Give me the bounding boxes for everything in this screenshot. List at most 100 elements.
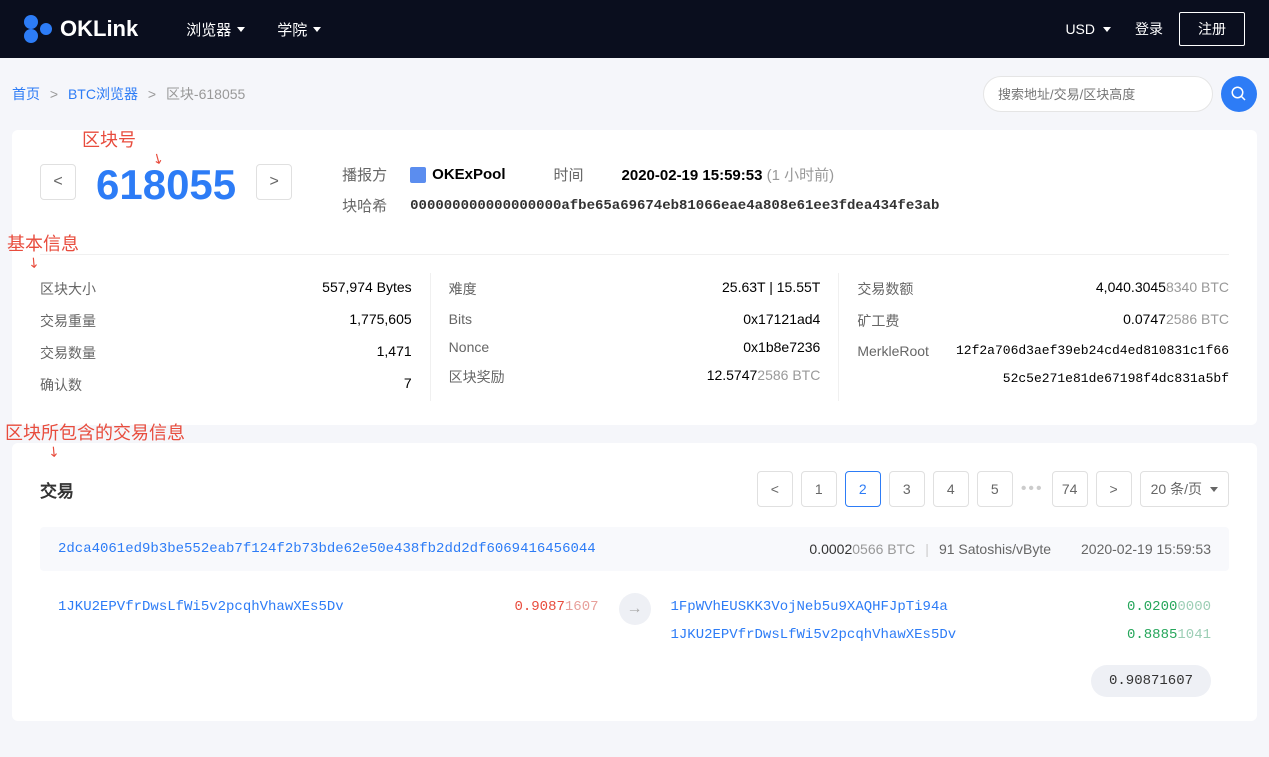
per-page-label: 20 条/页	[1151, 479, 1202, 499]
page-4-button[interactable]: 4	[933, 471, 969, 507]
search-icon	[1230, 85, 1248, 103]
block-header: < 618055 > 播报方 OKExPool 时间 2020-02-19 15…	[40, 164, 1229, 226]
count-value: 1,471	[377, 343, 412, 363]
size-value: 557,974 Bytes	[322, 279, 412, 299]
page-last-button[interactable]: 74	[1052, 471, 1088, 507]
search-input[interactable]	[983, 76, 1213, 112]
chevron-down-icon	[1103, 27, 1111, 32]
block-hash: 000000000000000000afbe65a69674eb81066eae…	[410, 198, 939, 214]
breadcrumb-home[interactable]: 首页	[12, 86, 40, 102]
tx-header: 交易 < 1 2 3 4 5 ••• 74 > 20 条/页	[40, 471, 1229, 507]
input-address[interactable]: 1JKU2EPVfrDwsLfWi5v2pcqhVhawXEs5Dv	[58, 599, 344, 615]
login-button[interactable]: 登录	[1135, 19, 1163, 39]
bits-label: Bits	[449, 311, 472, 327]
currency-label: USD	[1065, 21, 1095, 37]
main-nav: 浏览器 学院	[186, 19, 321, 40]
broadcaster-label: 播报方	[342, 164, 392, 185]
tx-fee: 0.00020566 BTC	[809, 541, 915, 557]
info-col-1: 区块大小 557,974 Bytes 交易重量 1,775,605 交易数量 1,47…	[40, 273, 430, 401]
annotation-tx-info: 区块所包含的交易信息	[5, 419, 185, 445]
currency-selector[interactable]: USD	[1065, 21, 1111, 37]
transactions-card: 区块所包含的交易信息 ↘ 交易 < 1 2 3 4 5 ••• 74 > 20 …	[12, 443, 1257, 721]
merkle-label: MerkleRoot	[857, 343, 929, 359]
breadcrumb-current: 区块-618055	[166, 86, 245, 102]
tx-outputs: 1FpWVhEUSKK3VojNeb5u9XAQHFJpTi94a 0.0200…	[671, 593, 1212, 649]
nav-browser[interactable]: 浏览器	[186, 19, 245, 40]
logo-text: OKLink	[60, 16, 138, 42]
per-page-select[interactable]: 20 条/页	[1140, 471, 1229, 507]
tx-total-row: 0.90871607	[40, 665, 1229, 697]
prev-block-button[interactable]: <	[40, 164, 76, 200]
nav-academy[interactable]: 学院	[277, 19, 321, 40]
reward-label: 区块奖励	[449, 367, 505, 387]
annotation-block-number: 区块号	[82, 126, 136, 152]
confirm-label: 确认数	[40, 375, 82, 395]
confirm-value: 7	[404, 375, 412, 395]
page-2-button[interactable]: 2	[845, 471, 881, 507]
pool-name[interactable]: OKExPool	[410, 166, 505, 183]
arrow-right-icon: →	[619, 593, 651, 625]
nav-academy-label: 学院	[277, 19, 307, 40]
block-time: 2020-02-19 15:59:53 (1 小时前)	[622, 164, 835, 185]
page-next-button[interactable]: >	[1096, 471, 1132, 507]
info-col-3: 交易数额 4,040.30458340 BTC 矿工费 0.07472586 BTC…	[838, 273, 1229, 401]
page-ellipsis: •••	[1021, 480, 1044, 498]
tx-total-badge: 0.90871607	[1091, 665, 1211, 697]
tx-inputs: 1JKU2EPVfrDwsLfWi5v2pcqhVhawXEs5Dv 0.908…	[58, 593, 599, 621]
tx-title: 交易	[40, 477, 74, 502]
breadcrumb: 首页 > BTC浏览器 > 区块-618055	[12, 84, 245, 104]
diff-label: 难度	[449, 279, 477, 299]
weight-value: 1,775,605	[349, 311, 411, 331]
merkle-value-2: 52c5e271e81de67198f4dc831a5bf	[1003, 371, 1229, 386]
input-amount: 0.90871607	[514, 599, 598, 615]
page-prev-button[interactable]: <	[757, 471, 793, 507]
output-address-2[interactable]: 1JKU2EPVfrDwsLfWi5v2pcqhVhawXEs5Dv	[671, 627, 957, 643]
page-5-button[interactable]: 5	[977, 471, 1013, 507]
breadcrumb-btc[interactable]: BTC浏览器	[68, 86, 138, 102]
reward-value: 12.57472586 BTC	[707, 367, 821, 387]
fee-value: 0.07472586 BTC	[1123, 311, 1229, 331]
info-col-2: 难度 25.63T | 15.55T Bits 0x17121ad4 Nonce 0x…	[430, 273, 839, 401]
size-label: 区块大小	[40, 279, 96, 299]
register-button[interactable]: 注册	[1179, 12, 1245, 46]
chevron-down-icon	[313, 27, 321, 32]
tx-summary-row: 2dca4061ed9b3be552eab7f124f2b73bde62e50e…	[40, 527, 1229, 571]
tx-time: 2020-02-19 15:59:53	[1081, 541, 1211, 557]
logo[interactable]: OKLink	[24, 15, 138, 43]
amount-value: 4,040.30458340 BTC	[1096, 279, 1229, 299]
page-1-button[interactable]: 1	[801, 471, 837, 507]
hash-label: 块哈希	[342, 195, 392, 216]
diff-value: 25.63T | 15.55T	[722, 279, 820, 299]
block-meta: 播报方 OKExPool 时间 2020-02-19 15:59:53 (1 小…	[342, 164, 939, 226]
chevron-down-icon	[1210, 487, 1218, 492]
weight-label: 交易重量	[40, 311, 96, 331]
logo-icon	[24, 15, 52, 43]
breadcrumb-row: 首页 > BTC浏览器 > 区块-618055	[12, 76, 1257, 112]
nonce-value: 0x1b8e7236	[743, 339, 820, 355]
block-number: 618055	[96, 164, 236, 206]
merkle-value-1: 12f2a706d3aef39eb24cd4ed810831c1f66	[956, 343, 1229, 359]
top-header: OKLink 浏览器 学院 USD 登录 注册	[0, 0, 1269, 58]
output-address-1[interactable]: 1FpWVhEUSKK3VojNeb5u9XAQHFJpTi94a	[671, 599, 948, 615]
nav-browser-label: 浏览器	[186, 19, 231, 40]
tx-satoshi: 91 Satoshis/vByte	[939, 541, 1051, 557]
nonce-label: Nonce	[449, 339, 489, 355]
info-grid: 区块大小 557,974 Bytes 交易重量 1,775,605 交易数量 1,47…	[40, 254, 1229, 401]
amount-label: 交易数额	[857, 279, 913, 299]
chevron-down-icon	[237, 27, 245, 32]
pagination: < 1 2 3 4 5 ••• 74 > 20 条/页	[757, 471, 1229, 507]
fee-label: 矿工费	[857, 311, 899, 331]
tx-hash[interactable]: 2dca4061ed9b3be552eab7f124f2b73bde62e50e…	[58, 541, 809, 557]
output-amount-1: 0.02000000	[1127, 599, 1211, 615]
search-wrap	[983, 76, 1257, 112]
count-label: 交易数量	[40, 343, 96, 363]
next-block-button[interactable]: >	[256, 164, 292, 200]
tx-body: 1JKU2EPVfrDwsLfWi5v2pcqhVhawXEs5Dv 0.908…	[40, 593, 1229, 649]
page-3-button[interactable]: 3	[889, 471, 925, 507]
output-amount-2: 0.88851041	[1127, 627, 1211, 643]
search-button[interactable]	[1221, 76, 1257, 112]
annotation-basic-info: 基本信息	[7, 230, 79, 256]
bits-value: 0x17121ad4	[743, 311, 820, 327]
pool-icon	[410, 167, 426, 183]
block-card: 区块号 ↘ 基本信息 ↘ < 618055 > 播报方 OKExPool 时间 …	[12, 130, 1257, 425]
